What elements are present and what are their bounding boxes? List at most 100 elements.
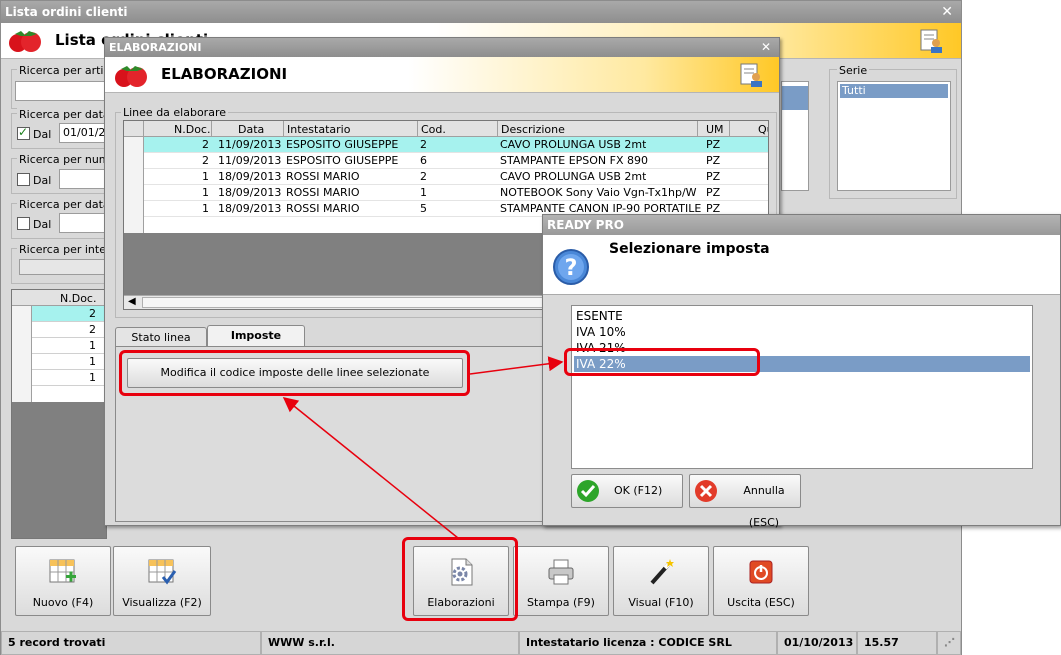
uscita-label: Uscita (ESC) — [727, 596, 795, 609]
filter-articolo-label: Ricerca per articolo — [17, 64, 105, 77]
right-strip — [781, 81, 809, 191]
dal-label: Dal — [33, 128, 52, 141]
close-icon — [695, 480, 717, 502]
stampa-button[interactable]: Stampa (F9) — [513, 546, 609, 616]
tax-option-esente[interactable]: ESENTE — [574, 308, 1030, 324]
elab-header-title: ELABORAZIONI — [161, 65, 288, 83]
tab-stato-linea[interactable]: Stato linea — [115, 327, 207, 347]
select-tax-dialog: READY PRO ? Selezionare imposta ESENTE I… — [542, 214, 1061, 529]
scroll-left-icon[interactable]: ◀ — [128, 296, 136, 307]
orders-col-ndoc: N.Doc. — [60, 292, 97, 305]
check-icon — [577, 480, 599, 502]
visualizza-button[interactable]: Visualizza (F2) — [113, 546, 211, 616]
col-ndoc: N.Doc. — [174, 123, 211, 136]
power-icon — [749, 560, 773, 584]
cancel-label: Annulla (ESC) — [743, 484, 785, 529]
visual-label: Visual (F10) — [628, 596, 694, 609]
numero-input[interactable] — [59, 169, 107, 189]
cancel-button[interactable]: Annulla (ESC) — [689, 474, 801, 529]
dal3-checkbox[interactable] — [17, 217, 30, 230]
status-time: 15.57 — [857, 631, 937, 655]
articolo-input[interactable] — [15, 81, 107, 101]
question-icon: ? — [553, 249, 589, 285]
intestatario-input[interactable] — [19, 259, 107, 275]
filter-numero-label: Ricerca per numero documento — [17, 153, 105, 166]
dal-checkbox[interactable]: ✓ — [17, 125, 30, 140]
stampa-label: Stampa (F9) — [527, 596, 595, 609]
linee-grid-header: N.Doc. Data Intestatario Cod. Descrizion… — [124, 121, 768, 137]
serie-label: Serie — [837, 64, 870, 77]
serie-item-tutti[interactable]: Tutti — [840, 84, 948, 98]
printer-icon — [548, 559, 574, 585]
dal2-checkbox[interactable] — [17, 173, 30, 186]
tax-option-iva10[interactable]: IVA 10% — [574, 324, 1030, 340]
strawberry-logo-icon — [115, 66, 147, 87]
elab-title: ELABORAZIONI — [109, 41, 202, 54]
dialog-header: ? Selezionare imposta — [543, 235, 1060, 295]
tax-options-list[interactable]: ESENTE IVA 10% IVA 21% IVA 22% — [571, 305, 1033, 469]
ok-button[interactable]: OK (F12) — [571, 474, 683, 508]
users-icon — [740, 63, 762, 87]
col-cod: Cod. — [421, 123, 446, 136]
dialog-heading: Selezionare imposta — [609, 241, 770, 257]
filter-data-label: Ricerca per data documento — [17, 108, 105, 121]
nuovo-button[interactable]: Nuovo (F4) — [15, 546, 111, 616]
col-um: UM — [706, 123, 724, 136]
col-intestatario: Intestatario — [287, 123, 351, 136]
elaborazioni-button[interactable]: Elaborazioni — [413, 546, 509, 616]
status-date: 01/10/2013 — [777, 631, 857, 655]
orders-grid-header: N.Doc. — [12, 290, 106, 306]
svg-text:?: ? — [565, 256, 578, 281]
dal3-label: Dal — [33, 218, 52, 231]
nuovo-label: Nuovo (F4) — [32, 596, 94, 609]
view-grid-icon — [148, 559, 177, 585]
table-row[interactable]: 1 18/09/2013 ROSSI MARIO 2 CAVO PROLUNGA… — [144, 169, 768, 185]
main-close-icon[interactable]: ✕ — [941, 1, 953, 23]
elaborazioni-label: Elaborazioni — [427, 596, 495, 609]
strawberry-logo-icon — [9, 31, 41, 52]
dal2-label: Dal — [33, 174, 52, 187]
dialog-titlebar: READY PRO — [543, 215, 1060, 235]
dialog-title: READY PRO — [547, 218, 624, 232]
uscita-button[interactable]: Uscita (ESC) — [713, 546, 809, 616]
visualizza-label: Visualizza (F2) — [122, 596, 202, 609]
filter-data-e-label: Ricerca per data evasione — [17, 198, 105, 211]
ok-label: OK (F12) — [614, 484, 663, 497]
tab-imposte[interactable]: Imposte — [207, 325, 305, 348]
filter-intestatario-label: Ricerca per intestatario — [17, 243, 105, 256]
magic-wand-icon — [650, 559, 674, 585]
serie-list[interactable]: Tutti — [837, 81, 951, 191]
table-row[interactable]: 1 18/09/2013 ROSSI MARIO 1 NOTEBOOK Sony… — [144, 185, 768, 201]
col-data: Data — [238, 123, 265, 136]
table-row[interactable]: 1 — [32, 354, 106, 370]
visual-button[interactable]: Visual (F10) — [613, 546, 709, 616]
table-row[interactable]: 2 — [32, 322, 106, 338]
col-descrizione: Descrizione — [501, 123, 565, 136]
scroll-thumb[interactable] — [142, 297, 572, 308]
main-titlebar: Lista ordini clienti ✕ — [1, 1, 961, 23]
modifica-imposte-button[interactable]: Modifica il codice imposte delle linee s… — [127, 358, 463, 388]
table-row[interactable]: 1 — [32, 338, 106, 354]
table-row[interactable]: 1 — [32, 370, 106, 386]
status-records: 5 record trovati — [1, 631, 261, 655]
users-icon — [920, 29, 942, 53]
elab-header: ELABORAZIONI — [105, 57, 779, 93]
orders-grid-body: 2 2 1 1 1 — [12, 306, 106, 402]
main-title: Lista ordini clienti — [5, 5, 128, 19]
col-quantita: Quan — [758, 123, 768, 136]
orders-grid[interactable]: N.Doc. 2 2 1 1 1 — [11, 289, 107, 539]
resize-grip-icon[interactable]: ⋰ — [937, 631, 961, 655]
tax-option-iva22[interactable]: IVA 22% — [574, 356, 1030, 372]
status-company: WWW s.r.l. — [261, 631, 519, 655]
table-row[interactable]: 2 — [32, 306, 106, 322]
linee-group-label: Linee da elaborare — [121, 106, 228, 119]
table-row[interactable]: 2 11/09/2013 ESPOSITO GIUSEPPE 6 STAMPAN… — [144, 153, 768, 169]
elab-titlebar: ELABORAZIONI ✕ — [105, 38, 779, 57]
dal-date-input[interactable]: 01/01/2013 — [59, 123, 107, 143]
add-grid-icon — [49, 559, 76, 583]
table-row[interactable]: 2 11/09/2013 ESPOSITO GIUSEPPE 2 CAVO PR… — [144, 137, 768, 153]
elab-close-icon[interactable]: ✕ — [761, 38, 771, 57]
status-license: Intestatario licenza : CODICE SRL — [519, 631, 777, 655]
data-e-input[interactable] — [59, 213, 107, 233]
tax-option-iva21[interactable]: IVA 21% — [574, 340, 1030, 356]
